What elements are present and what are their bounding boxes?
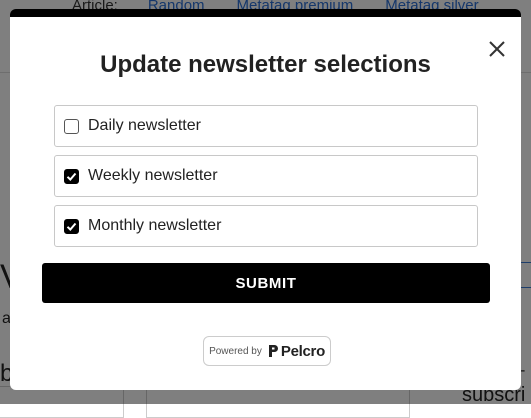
modal-title: Update newsletter selections [100,51,431,78]
option-label: Daily newsletter [88,117,201,134]
weekly-checkbox[interactable] [64,168,79,184]
checkmark-icon [66,172,77,181]
option-daily-newsletter[interactable]: Daily newsletter [54,105,478,147]
powered-by-text: Powered by [209,345,262,357]
option-monthly-newsletter[interactable]: Monthly newsletter [54,205,478,247]
pelcro-wordmark: Pelcro [280,342,325,360]
daily-checkbox[interactable] [64,118,79,134]
option-label: Weekly newsletter [88,167,218,184]
submit-button[interactable]: SUBMIT [42,263,490,303]
option-weekly-newsletter[interactable]: Weekly newsletter [54,155,478,197]
checkmark-icon [66,222,77,231]
powered-by-badge[interactable]: Powered by Pelcro [203,336,331,366]
pelcro-logo-icon [268,345,278,357]
option-label: Monthly newsletter [88,217,222,234]
pelcro-logo: Pelcro [268,343,325,360]
monthly-checkbox[interactable] [64,218,79,234]
newsletter-modal: Update newsletter selections Daily newsl… [10,9,521,390]
